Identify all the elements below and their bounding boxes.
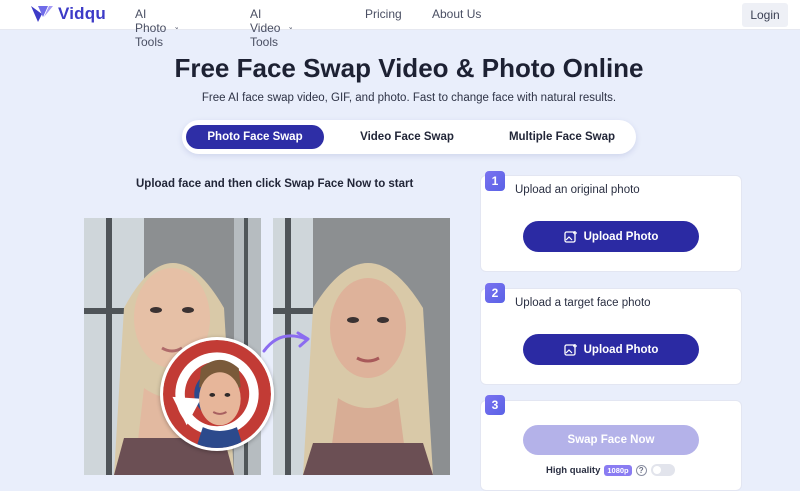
upload-button-label: Upload Photo <box>583 343 659 356</box>
upload-original-photo-button[interactable]: Upload Photo <box>523 221 699 252</box>
nav-ai-video-tools[interactable]: AI Video Tools <box>250 7 293 49</box>
upload-button-label: Upload Photo <box>583 230 659 243</box>
nav-label: AI Photo Tools <box>135 7 167 49</box>
nav-pricing[interactable]: Pricing <box>365 7 402 21</box>
page-title: Free Face Swap Video & Photo Online <box>174 53 644 83</box>
image-upload-icon <box>563 343 577 356</box>
nav-ai-photo-tools[interactable]: AI Photo Tools <box>135 7 179 49</box>
top-nav-bar: Vidqu AI Photo Tools AI Video Tools Pric… <box>0 0 800 49</box>
nav-about-us[interactable]: About Us <box>432 7 481 21</box>
nav-label: Pricing <box>365 7 402 21</box>
swap-arrow-icon <box>262 331 310 353</box>
vidqu-logo-icon <box>31 6 53 22</box>
page-subtitle: Free AI face swap video, GIF, and photo.… <box>201 92 617 104</box>
swap-face-now-button[interactable]: Swap Face Now <box>523 425 699 455</box>
step-number-badge: 2 <box>485 283 505 303</box>
login-button[interactable]: Login <box>742 3 788 27</box>
step-2-label: Upload a target face photo <box>515 297 651 309</box>
high-quality-label: High quality <box>546 464 601 476</box>
nav-label: About Us <box>432 7 482 21</box>
tab-video-face-swap[interactable]: Video Face Swap <box>342 125 472 149</box>
help-icon[interactable]: ? <box>635 464 647 476</box>
demo-instruction: Upload face and then click Swap Face Now… <box>136 178 414 190</box>
tab-photo-face-swap[interactable]: Photo Face Swap <box>186 125 324 149</box>
target-face-avatar <box>160 337 274 451</box>
chevron-down-icon <box>174 27 179 30</box>
brand-name: Vidqu <box>58 4 106 23</box>
step-1-label: Upload an original photo <box>515 184 640 196</box>
brand-logo[interactable]: Vidqu <box>30 4 106 24</box>
swap-mode-tabs: Photo Face Swap Video Face Swap Multiple… <box>182 120 636 154</box>
image-upload-icon <box>563 230 577 243</box>
chevron-down-icon <box>289 27 293 30</box>
upload-target-face-button[interactable]: Upload Photo <box>523 334 699 365</box>
nav-label: AI Video Tools <box>250 7 281 49</box>
step-number-badge: 3 <box>485 395 505 415</box>
high-quality-option: High quality 1080p ? <box>546 464 675 476</box>
tab-multiple-face-swap[interactable]: Multiple Face Swap <box>492 125 632 149</box>
step-number-badge: 1 <box>485 171 505 191</box>
high-quality-toggle[interactable] <box>650 464 675 476</box>
resolution-badge: 1080p <box>604 464 632 476</box>
